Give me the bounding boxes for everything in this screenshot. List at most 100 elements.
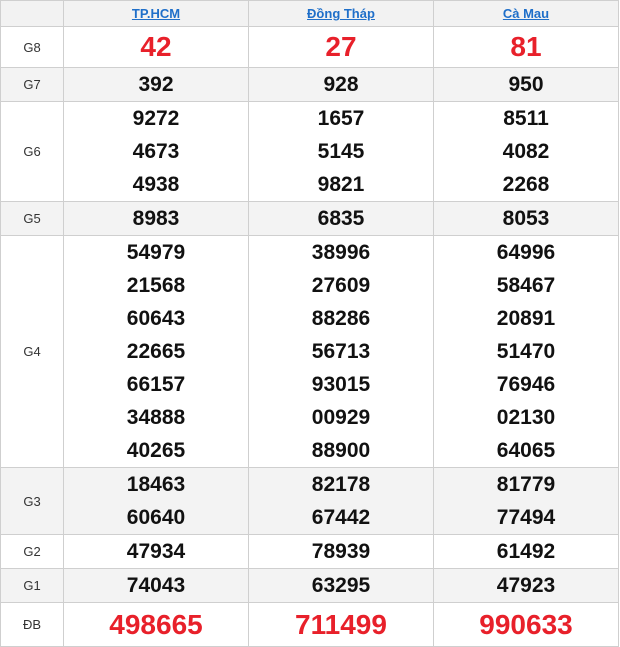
result-cell: 47923 [433, 568, 619, 603]
result-number: 34888 [126, 406, 186, 429]
prize-label: G5 [0, 201, 64, 236]
result-cell: 9272 4673 4938 [63, 101, 249, 202]
prize-row-g5: G5 8983 6835 8053 [0, 201, 619, 236]
result-number: 56713 [311, 340, 371, 363]
result-cell: 6835 [248, 201, 434, 236]
result-number: 928 [323, 73, 359, 96]
result-number: 22665 [126, 340, 186, 363]
province-header: Đồng Tháp [248, 0, 434, 27]
result-number: 93015 [311, 373, 371, 396]
prize-row-g1: G1 74043 63295 47923 [0, 568, 619, 603]
result-number: 78939 [311, 540, 371, 563]
result-number: 950 [508, 73, 544, 96]
result-number: 60643 [126, 307, 186, 330]
result-cell: 42 [63, 26, 249, 68]
result-number: 54979 [126, 241, 186, 264]
prize-row-g8: G8 42 27 81 [0, 26, 619, 68]
result-number: 81779 [496, 473, 556, 496]
prize-row-special: ĐB 498665 711499 990633 [0, 602, 619, 647]
result-cell: 950 [433, 67, 619, 102]
lottery-results-table: TP.HCM Đồng Tháp Cà Mau G8 42 27 81 G7 3… [0, 0, 619, 647]
result-cell: 18463 60640 [63, 467, 249, 535]
result-cell: 8983 [63, 201, 249, 236]
result-cell: 27 [248, 26, 434, 68]
result-number: 27 [325, 31, 357, 62]
result-cell: 38996 27609 88286 56713 93015 00929 8890… [248, 235, 434, 468]
prize-label: G1 [0, 568, 64, 603]
prize-label: ĐB [0, 602, 64, 647]
province-link-dong-thap[interactable]: Đồng Tháp [307, 6, 375, 21]
result-number: 4673 [132, 140, 180, 163]
result-cell: 47934 [63, 534, 249, 569]
result-number: 76946 [496, 373, 556, 396]
result-number: 4938 [132, 173, 180, 196]
result-number: 88286 [311, 307, 371, 330]
result-number: 66157 [126, 373, 186, 396]
result-cell: 78939 [248, 534, 434, 569]
table-header-row: TP.HCM Đồng Tháp Cà Mau [0, 0, 619, 27]
result-cell: 392 [63, 67, 249, 102]
result-number: 8983 [132, 207, 180, 230]
result-number: 42 [140, 31, 172, 62]
result-number: 67442 [311, 506, 371, 529]
result-number: 64065 [496, 439, 556, 462]
prize-label: G4 [0, 235, 64, 468]
result-number: 47923 [496, 574, 556, 597]
result-cell: 711499 [248, 602, 434, 647]
result-number: 74043 [126, 574, 186, 597]
prize-label: G8 [0, 26, 64, 68]
result-number: 18463 [126, 473, 186, 496]
prize-row-g7: G7 392 928 950 [0, 67, 619, 102]
prize-row-g4: G4 54979 21568 60643 22665 66157 34888 4… [0, 235, 619, 468]
province-header: TP.HCM [63, 0, 249, 27]
result-cell: 82178 67442 [248, 467, 434, 535]
result-number: 9821 [317, 173, 365, 196]
result-cell: 8511 4082 2268 [433, 101, 619, 202]
result-number: 392 [138, 73, 174, 96]
special-prize-number: 990633 [479, 608, 573, 640]
result-cell: 8053 [433, 201, 619, 236]
prize-row-g6: G6 9272 4673 4938 1657 5145 9821 8511 40… [0, 101, 619, 202]
result-cell: 64996 58467 20891 51470 76946 02130 6406… [433, 235, 619, 468]
result-number: 20891 [496, 307, 556, 330]
result-cell: 990633 [433, 602, 619, 647]
result-cell: 1657 5145 9821 [248, 101, 434, 202]
result-number: 81 [510, 31, 542, 62]
special-prize-number: 498665 [109, 608, 203, 640]
result-number: 21568 [126, 274, 186, 297]
result-number: 8053 [502, 207, 550, 230]
result-number: 6835 [317, 207, 365, 230]
prize-label: G6 [0, 101, 64, 202]
result-cell: 928 [248, 67, 434, 102]
result-number: 58467 [496, 274, 556, 297]
province-link-tphcm[interactable]: TP.HCM [132, 6, 180, 21]
result-number: 51470 [496, 340, 556, 363]
result-number: 61492 [496, 540, 556, 563]
result-cell: 74043 [63, 568, 249, 603]
result-cell: 54979 21568 60643 22665 66157 34888 4026… [63, 235, 249, 468]
special-prize-number: 711499 [295, 608, 387, 640]
prize-label: G7 [0, 67, 64, 102]
result-cell: 81779 77494 [433, 467, 619, 535]
result-cell: 81 [433, 26, 619, 68]
result-number: 27609 [311, 274, 371, 297]
result-number: 38996 [311, 241, 371, 264]
result-number: 63295 [311, 574, 371, 597]
result-number: 02130 [496, 406, 556, 429]
prize-label: G2 [0, 534, 64, 569]
result-number: 64996 [496, 241, 556, 264]
result-number: 4082 [502, 140, 550, 163]
prize-row-g3: G3 18463 60640 82178 67442 81779 77494 [0, 467, 619, 535]
prize-label: G3 [0, 467, 64, 535]
result-number: 88900 [311, 439, 371, 462]
result-number: 9272 [132, 107, 180, 130]
result-cell: 61492 [433, 534, 619, 569]
prize-row-g2: G2 47934 78939 61492 [0, 534, 619, 569]
result-number: 40265 [126, 439, 186, 462]
result-cell: 498665 [63, 602, 249, 647]
result-number: 60640 [126, 506, 186, 529]
result-number: 2268 [502, 173, 550, 196]
province-link-ca-mau[interactable]: Cà Mau [503, 6, 549, 21]
province-header: Cà Mau [433, 0, 619, 27]
result-number: 77494 [496, 506, 556, 529]
